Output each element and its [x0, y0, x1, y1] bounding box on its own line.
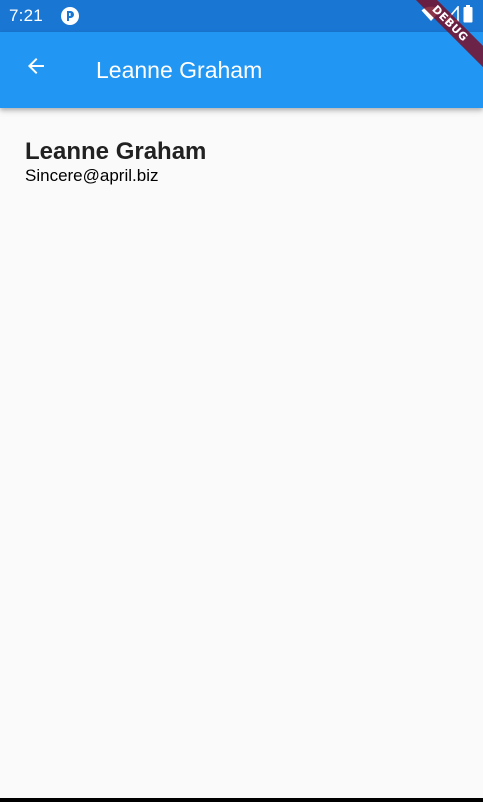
status-indicators — [421, 4, 473, 28]
user-email: Sincere@april.biz — [25, 166, 159, 185]
user-detail: Leanne Graham Sincere@april.biz — [25, 138, 206, 186]
back-button[interactable] — [14, 46, 58, 90]
user-name: Leanne Graham — [25, 138, 207, 165]
notification-app-icon — [60, 6, 80, 26]
cell-signal-icon — [444, 4, 459, 27]
screen: 7:21 Leanne Graham DEBUG Leanne Graham S… — [0, 0, 483, 802]
status-bar: 7:21 — [0, 0, 483, 32]
page-title: Leanne Graham — [96, 57, 263, 83]
battery-icon — [463, 4, 473, 28]
app-bar: Leanne Graham — [0, 32, 483, 108]
wifi-icon — [421, 6, 441, 27]
arrow-back-icon — [24, 54, 48, 83]
status-time: 7:21 — [9, 6, 43, 25]
bottom-edge — [0, 798, 483, 802]
